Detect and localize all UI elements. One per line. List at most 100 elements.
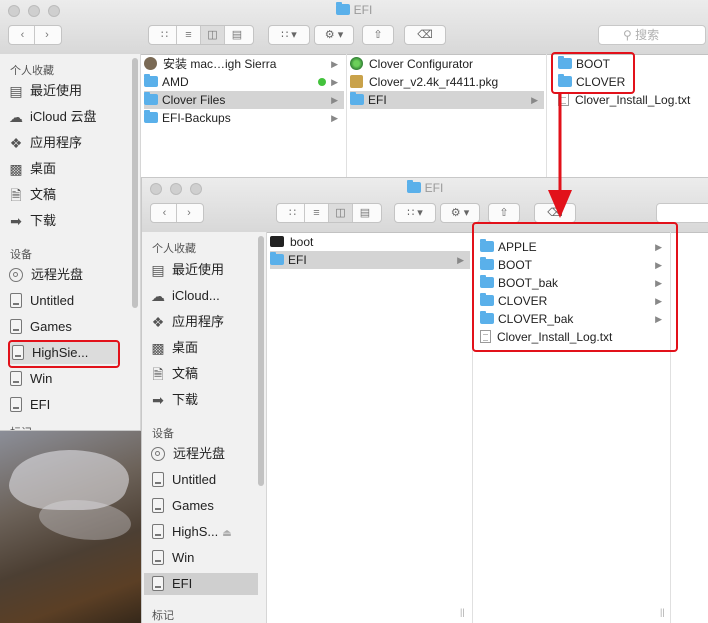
search-field[interactable]: ⚲ 搜索 (598, 25, 706, 45)
sidebar-item-win[interactable]: Win (150, 547, 194, 569)
package-icon (350, 75, 363, 88)
folder-icon (406, 180, 421, 193)
share-button[interactable]: ⇧ (362, 25, 394, 45)
icon-view-icon[interactable]: ∷ (281, 204, 305, 222)
green-tag-icon (318, 78, 326, 86)
back-icon[interactable]: ‹ (153, 204, 177, 222)
sidebar-item-games[interactable]: Games (8, 316, 72, 338)
gallery-view-icon[interactable]: ▤ (353, 204, 377, 222)
sidebar-item-efi[interactable]: EFI (8, 394, 50, 416)
sidebar-item-untitled[interactable]: Untitled (150, 469, 216, 491)
cloud-icon: ☁ (9, 109, 23, 125)
list-item[interactable]: EFI-Backups ▶ (144, 109, 344, 127)
list-view-icon[interactable]: ≡ (177, 26, 201, 44)
window-title: EFI (0, 2, 708, 17)
applications-icon: ❖ (9, 135, 23, 151)
column-view-icon[interactable]: ◫ (201, 26, 225, 44)
column-resize-handle[interactable]: || (660, 607, 665, 617)
sidebar-item-highsierra[interactable]: HighS... ⏏ (150, 521, 232, 543)
download-icon: ➡ (152, 392, 164, 408)
sidebar-header-devices: 设备 (152, 428, 174, 440)
list-view-icon[interactable]: ≡ (305, 204, 329, 222)
sidebar-item-documents[interactable]: 🗎 文稿 (150, 363, 198, 385)
view-mode-buttons[interactable]: ∷ ≡ ◫ ▤ (276, 203, 382, 223)
installer-icon (144, 57, 157, 70)
sidebar-scrollbar[interactable] (132, 58, 138, 308)
sidebar-item-applications[interactable]: ❖ 应用程序 (8, 132, 82, 154)
list-item[interactable]: boot (270, 233, 470, 251)
titlebar: EFI ‹ › ∷ ≡ ◫ ▤ ∷ ▾ ⚙ ▾ ⇧ ⌫ ⚲ 搜索 (0, 0, 708, 55)
share-icon: ⇧ (373, 29, 383, 41)
annotation-box-highsierra (8, 340, 120, 368)
sidebar-header-favorites: 个人收藏 (10, 65, 54, 77)
folder-icon (144, 110, 158, 123)
action-gear-button[interactable]: ⚙ ▾ (314, 25, 354, 45)
clover-configurator-icon (350, 57, 363, 70)
sidebar-item-games[interactable]: Games (150, 495, 214, 517)
sidebar: 个人收藏 ▤ 最近使用 ☁ iCloud... ❖ 应用程序 ▩ 桌面 🗎 文稿 ➡ 下载 … (142, 232, 267, 623)
window-title: EFI (142, 180, 708, 195)
annotation-box-efi-contents (472, 222, 678, 352)
applications-icon: ❖ (151, 314, 165, 330)
list-item-selected[interactable]: Clover Files ▶ (144, 91, 344, 109)
arrange-button[interactable]: ∷ ▾ (394, 203, 436, 223)
share-button[interactable]: ⇧ (488, 203, 520, 223)
sidebar-item-icloud[interactable]: ☁ iCloud... (150, 285, 220, 307)
disk-icon (152, 550, 164, 565)
column-resize-handle[interactable]: || (460, 607, 465, 617)
back-forward-buttons[interactable]: ‹ › (8, 25, 62, 45)
sidebar-item-remote-disc[interactable]: 远程光盘 (150, 443, 225, 465)
back-icon[interactable]: ‹ (11, 26, 35, 44)
list-item[interactable]: AMD ▶ (144, 73, 344, 91)
sidebar-header-tags: 标记 (152, 610, 174, 622)
disk-icon (152, 524, 164, 539)
tag-button[interactable]: ⌫ (404, 25, 446, 45)
sidebar-item-remote-disc[interactable]: 远程光盘 (8, 264, 83, 286)
forward-icon[interactable]: › (35, 26, 59, 44)
sidebar-item-win[interactable]: Win (8, 368, 52, 390)
sidebar-item-untitled[interactable]: Untitled (8, 290, 74, 312)
sidebar-item-desktop[interactable]: ▩ 桌面 (150, 337, 198, 359)
sidebar-item-documents[interactable]: 🗎 文稿 (8, 184, 56, 206)
sidebar-item-recents[interactable]: ▤ 最近使用 (150, 259, 224, 281)
action-gear-button[interactable]: ⚙ ▾ (440, 203, 480, 223)
disk-icon (152, 576, 164, 591)
download-icon: ➡ (10, 213, 22, 229)
arrange-button[interactable]: ∷ ▾ (268, 25, 310, 45)
list-item[interactable]: Clover Configurator (350, 55, 544, 73)
sidebar-item-desktop[interactable]: ▩ 桌面 (8, 158, 56, 180)
desktop-icon: ▩ (151, 340, 165, 356)
disk-icon (10, 293, 22, 308)
column-view-icon[interactable]: ◫ (329, 204, 353, 222)
gear-icon: ⚙ (450, 207, 461, 219)
list-item-selected[interactable]: EFI ▶ (270, 251, 470, 269)
eject-icon[interactable]: ⏏ (222, 528, 231, 539)
list-item-selected[interactable]: EFI ▶ (350, 91, 544, 109)
sidebar-item-icloud[interactable]: ☁ iCloud 云盘 (8, 106, 96, 128)
sidebar-scrollbar[interactable] (258, 236, 264, 486)
sidebar-item-recents[interactable]: ▤ 最近使用 (8, 80, 82, 102)
view-mode-buttons[interactable]: ∷ ≡ ◫ ▤ (148, 25, 254, 45)
sidebar-item-applications[interactable]: ❖ 应用程序 (150, 311, 224, 333)
disk-icon (152, 472, 164, 487)
sidebar: 个人收藏 ▤ 最近使用 ☁ iCloud 云盘 ❖ 应用程序 ▩ 桌面 🗎 文稿 ➡ 下载 … (0, 54, 141, 430)
column-1: boot EFI ▶ || (268, 232, 473, 623)
search-field[interactable] (656, 203, 708, 223)
list-item[interactable]: Clover_v2.4k_r4411.pkg (350, 73, 544, 91)
back-forward-buttons[interactable]: ‹ › (150, 203, 204, 223)
list-item[interactable]: 安装 mac…igh Sierra ▶ (144, 55, 344, 73)
recents-icon: ▤ (151, 262, 165, 278)
recents-icon: ▤ (9, 83, 23, 99)
sidebar-item-efi[interactable]: EFI (144, 573, 258, 595)
disc-icon (9, 268, 23, 282)
annotation-arrow-icon (548, 94, 572, 218)
folder-icon (270, 252, 284, 265)
share-icon: ⇧ (499, 207, 509, 219)
forward-icon[interactable]: › (177, 204, 201, 222)
sidebar-item-downloads[interactable]: ➡ 下载 (150, 389, 198, 411)
gallery-view-icon[interactable]: ▤ (225, 26, 249, 44)
terminal-icon (270, 236, 284, 247)
folder-icon (144, 92, 158, 105)
sidebar-item-downloads[interactable]: ➡ 下载 (8, 210, 56, 232)
icon-view-icon[interactable]: ∷ (153, 26, 177, 44)
